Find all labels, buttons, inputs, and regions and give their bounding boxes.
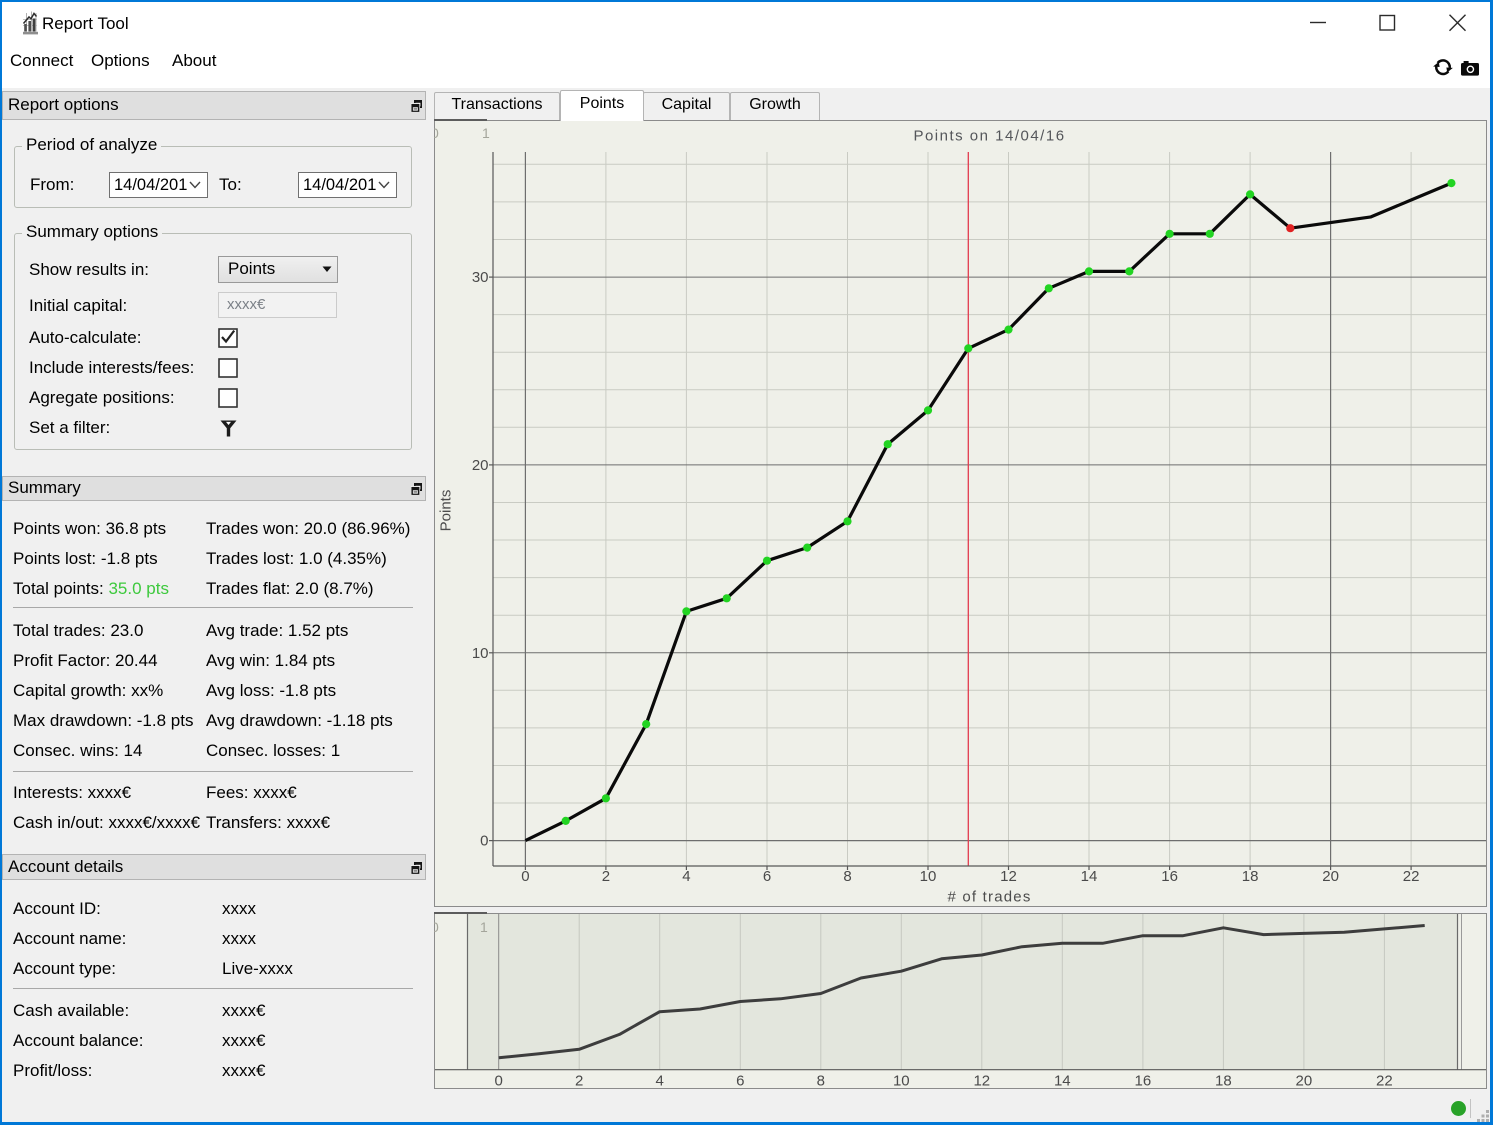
svg-text:16: 16	[1135, 1073, 1152, 1089]
svg-text:0: 0	[480, 833, 488, 850]
svg-text:10: 10	[920, 868, 937, 885]
svg-text:0: 0	[521, 868, 529, 885]
svg-text:6: 6	[736, 1073, 744, 1089]
svg-text:20: 20	[472, 457, 489, 474]
svg-text:4: 4	[682, 868, 690, 885]
svg-text:0: 0	[495, 1073, 503, 1089]
svg-text:12: 12	[973, 1073, 990, 1089]
svg-text:30: 30	[472, 269, 489, 286]
svg-text:20: 20	[1296, 1073, 1313, 1089]
svg-text:4: 4	[656, 1073, 664, 1089]
svg-text:20: 20	[1322, 868, 1339, 885]
svg-text:18: 18	[1215, 1073, 1232, 1089]
svg-text:12: 12	[1000, 868, 1017, 885]
svg-text:14: 14	[1081, 868, 1098, 885]
svg-text:10: 10	[893, 1073, 910, 1089]
svg-text:6: 6	[763, 868, 771, 885]
svg-text:1: 1	[482, 125, 490, 141]
svg-text:0: 0	[434, 125, 439, 141]
svg-text:Points on 14/04/16: Points on 14/04/16	[913, 128, 1065, 145]
svg-text:# of trades: # of trades	[947, 889, 1031, 906]
svg-text:1: 1	[480, 919, 488, 935]
svg-text:8: 8	[843, 868, 851, 885]
svg-text:22: 22	[1376, 1073, 1393, 1089]
svg-text:22: 22	[1403, 868, 1420, 885]
svg-text:18: 18	[1242, 868, 1259, 885]
svg-text:2: 2	[575, 1073, 583, 1089]
svg-text:2: 2	[602, 868, 610, 885]
svg-text:Points: Points	[438, 490, 455, 532]
svg-text:10: 10	[472, 645, 489, 662]
svg-text:8: 8	[817, 1073, 825, 1089]
svg-text:16: 16	[1161, 868, 1178, 885]
svg-text:14: 14	[1054, 1073, 1071, 1089]
svg-text:0: 0	[434, 919, 439, 935]
